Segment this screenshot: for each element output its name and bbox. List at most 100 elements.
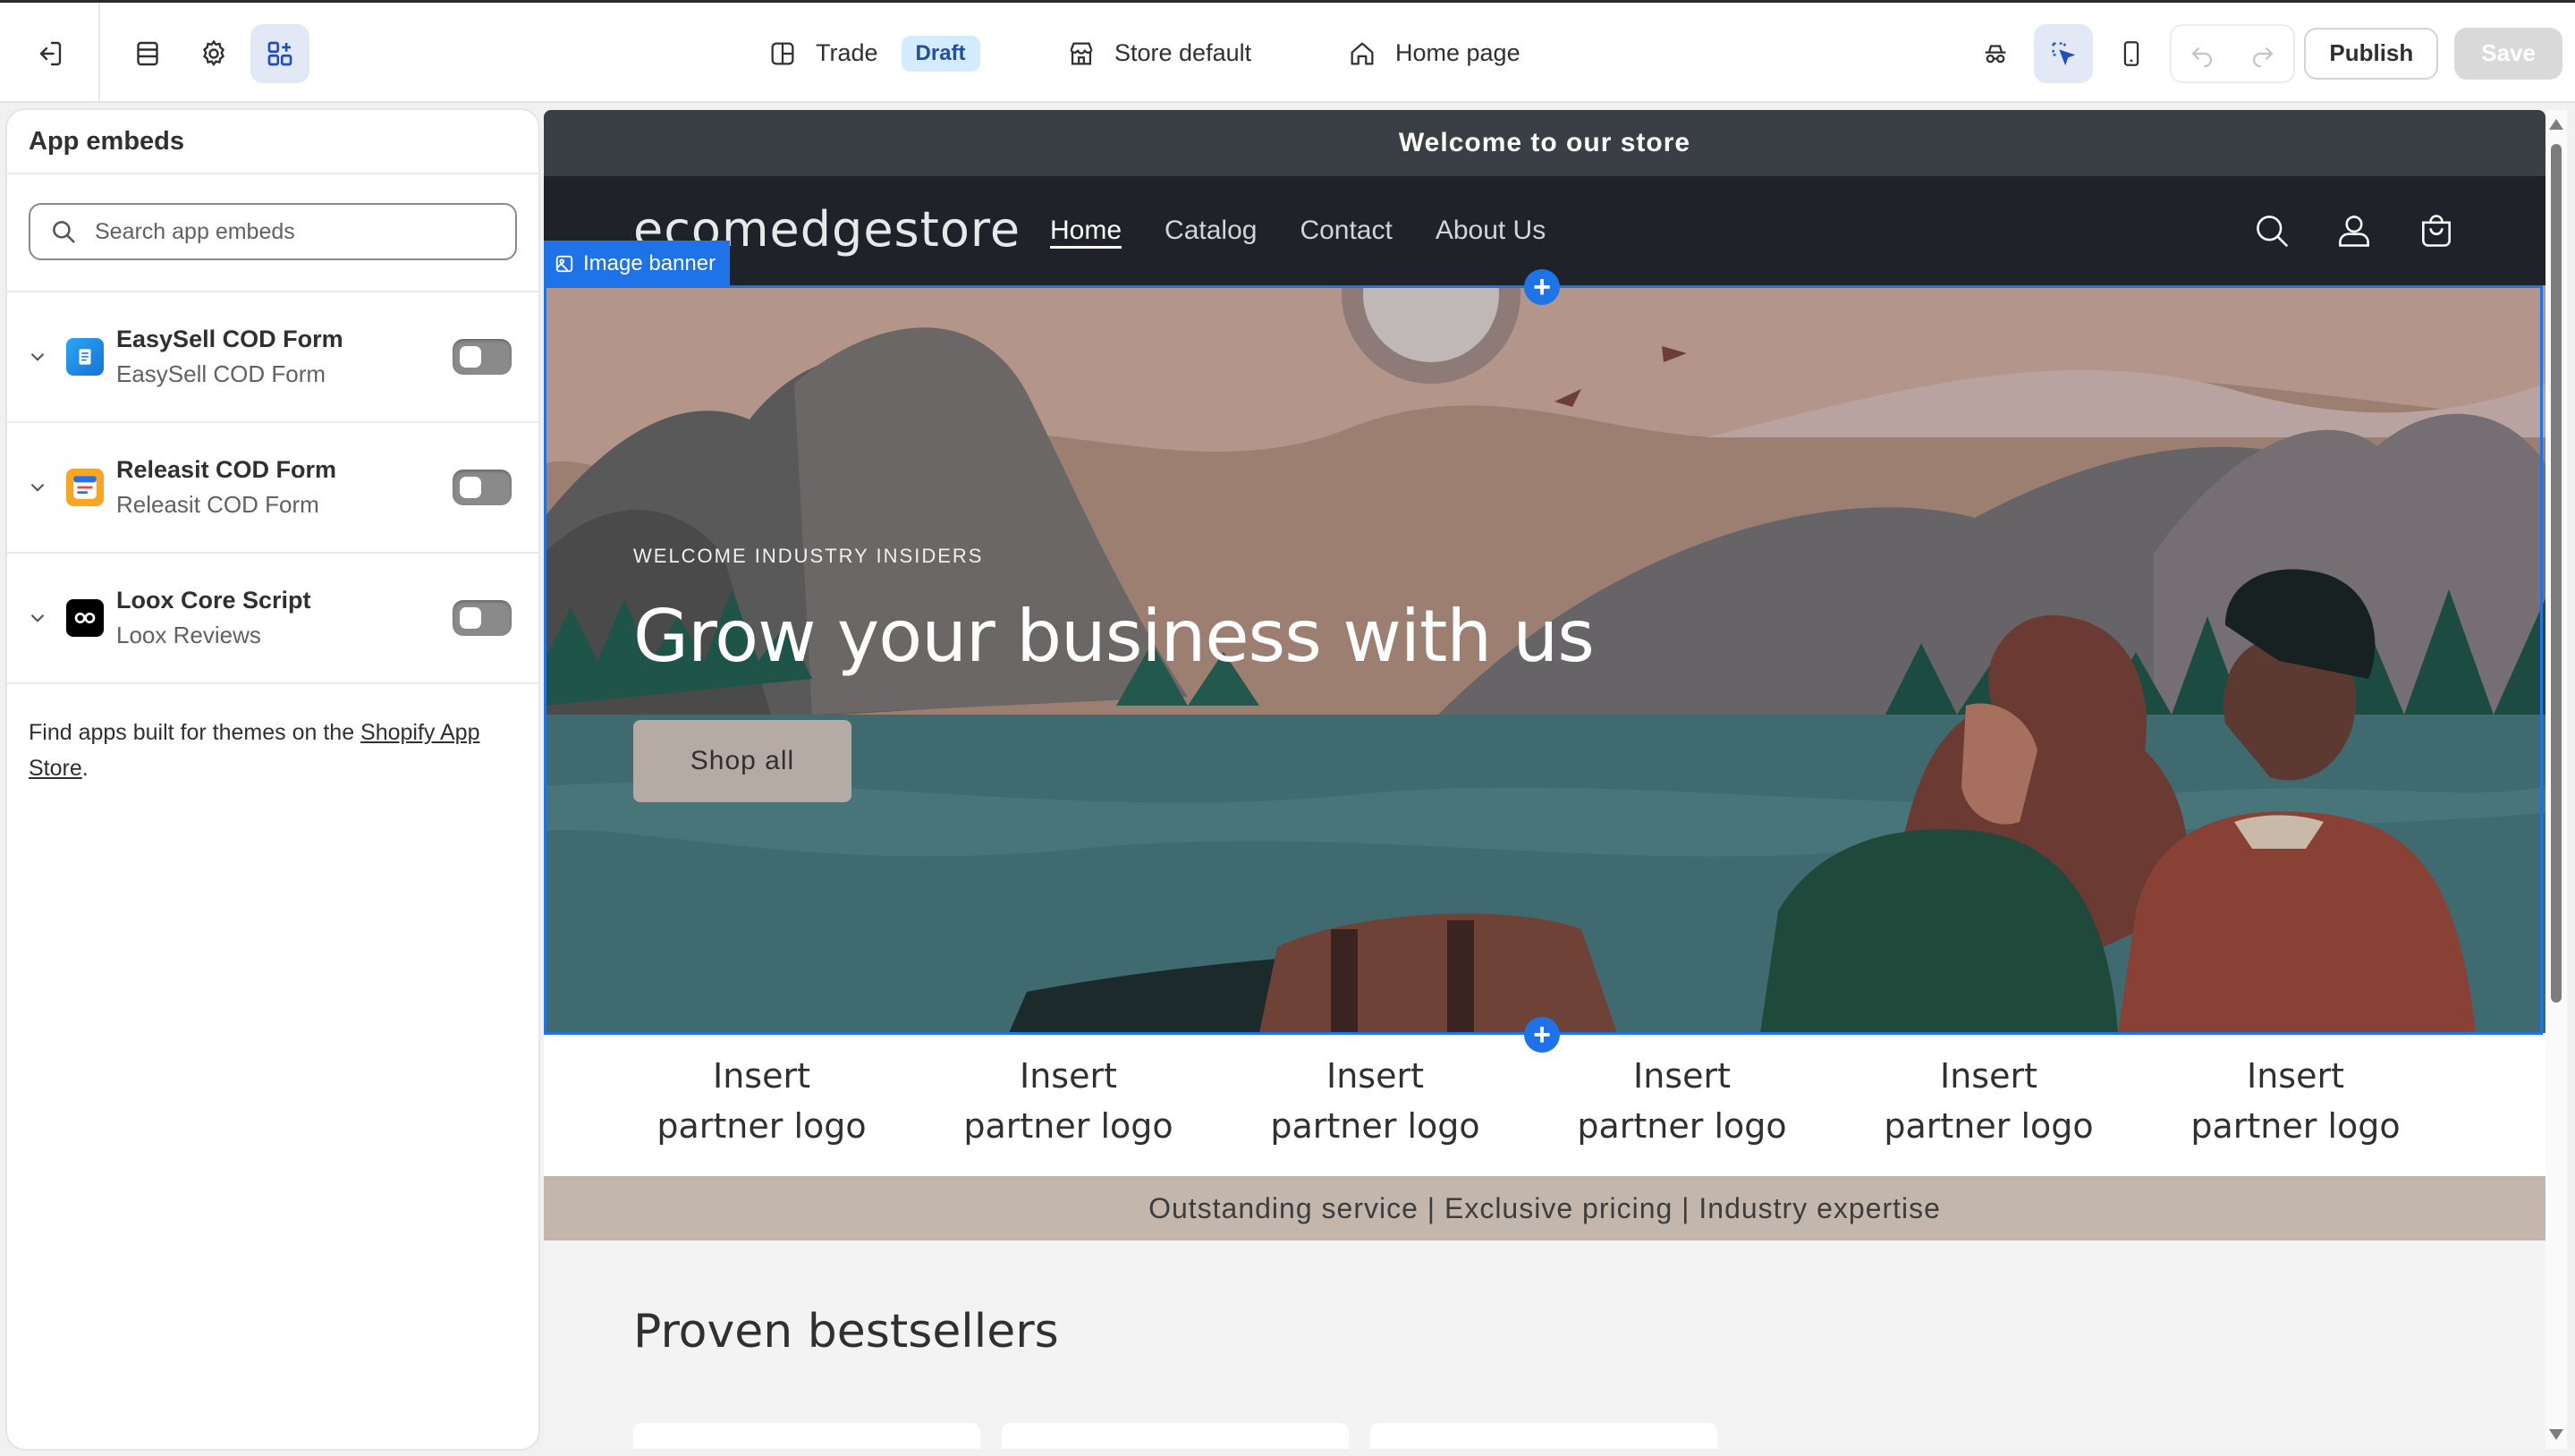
theme-selector[interactable]: Trade Draft	[767, 3, 980, 104]
partner-logo: Insert partner logo	[1270, 1056, 1480, 1146]
search-box[interactable]	[29, 203, 517, 260]
product-cards	[633, 1423, 1717, 1449]
publish-button[interactable]: Publish	[2304, 27, 2439, 80]
sections-icon	[137, 41, 158, 65]
footer-end: .	[81, 756, 89, 781]
exit-icon	[39, 41, 62, 65]
chevron-down-icon	[30, 483, 45, 492]
image-icon	[555, 255, 573, 273]
announcement-bar[interactable]: Welcome to our store	[544, 110, 2545, 176]
embed-toggle[interactable]	[453, 470, 512, 505]
redo-icon	[2253, 47, 2274, 67]
embed-toggle[interactable]	[453, 339, 512, 375]
scroll-down-arrow[interactable]	[2549, 1429, 2563, 1440]
redo-button[interactable]	[2232, 26, 2293, 81]
page-name: Home page	[1395, 39, 1520, 66]
account-icon[interactable]	[2334, 211, 2374, 250]
sections-button[interactable]	[118, 24, 177, 83]
hero-text: WELCOME INDUSTRY INSIDERS Grow your busi…	[633, 545, 1595, 678]
theme-name: Trade	[816, 39, 878, 66]
expand-button[interactable]	[7, 345, 57, 368]
gear-icon	[202, 38, 225, 66]
bestsellers-heading[interactable]: Proven bestsellers	[544, 1240, 2545, 1359]
search-icon[interactable]	[2252, 211, 2291, 250]
cursor-select-icon	[2052, 42, 2076, 65]
left-toolbar	[118, 3, 309, 104]
selected-section-label: Image banner	[583, 251, 716, 275]
theme-settings-button[interactable]	[184, 24, 243, 83]
history-controls	[2170, 23, 2296, 83]
embed-text: Releasit COD Form Releasit COD Form	[116, 456, 336, 519]
save-button[interactable]: Save	[2454, 27, 2562, 80]
select-tool-button[interactable]	[2034, 23, 2094, 83]
nav-about-us[interactable]: About Us	[1436, 216, 1546, 246]
partner-logo: Insert partner logo	[2190, 1056, 2401, 1146]
page-selector[interactable]: Home page	[1347, 3, 1520, 104]
partner-logos-section[interactable]: Insert partner logo Insert partner logo In…	[544, 1033, 2545, 1176]
header-icons	[2252, 211, 2456, 250]
theme-status-badge: Draft	[901, 35, 980, 72]
partner-logo: Insert partner logo	[1884, 1056, 2094, 1146]
layout-icon	[771, 42, 794, 64]
image-banner[interactable]: WELCOME INDUSTRY INSIDERS Grow your busi…	[544, 285, 2545, 1033]
shop-all-button[interactable]: Shop all	[633, 720, 851, 802]
search-input[interactable]	[95, 218, 506, 245]
app-embeds-button[interactable]	[250, 23, 309, 83]
hero-eyebrow: WELCOME INDUSTRY INSIDERS	[633, 545, 984, 567]
tagline-bar[interactable]: Outstanding service | Exclusive pricing …	[544, 1176, 2545, 1240]
embed-app-name: Releasit COD Form	[116, 491, 319, 518]
apps-icon	[267, 41, 292, 65]
easysell-icon	[66, 338, 104, 376]
scroll-up-arrow[interactable]	[2549, 119, 2563, 130]
panel-title: App embeds	[7, 110, 538, 174]
releasit-icon	[66, 469, 104, 506]
editor-topbar: Trade Draft Store default Home page Publ…	[0, 0, 2575, 104]
nav-contact[interactable]: Contact	[1300, 216, 1392, 246]
partner-logo: Insert partner logo	[656, 1056, 867, 1146]
storefront-preview[interactable]: Welcome to our store ecomedgestore Home …	[544, 110, 2545, 1449]
chevron-down-icon	[30, 352, 45, 361]
store-icon	[1070, 42, 1093, 64]
exit-area	[0, 3, 100, 104]
product-card[interactable]	[1370, 1423, 1717, 1449]
selected-section-tag[interactable]: Image banner	[544, 241, 731, 287]
plus-icon: +	[1533, 1018, 1551, 1052]
embed-name: Loox Core Script	[116, 587, 311, 614]
add-section-above-button[interactable]: +	[1524, 269, 1560, 305]
cart-icon[interactable]	[2417, 211, 2456, 250]
store-selector[interactable]: Store default	[1066, 3, 1251, 104]
right-toolbar: Publish Save	[1966, 3, 2575, 104]
chevron-down-icon	[30, 614, 45, 622]
footer-text: Find apps built for themes on the	[29, 720, 361, 745]
expand-button[interactable]	[7, 476, 57, 499]
preview-inspector-button[interactable]	[1966, 24, 2025, 83]
panel-footer: Find apps built for themes on the Shopif…	[7, 684, 538, 817]
mobile-icon	[2124, 40, 2139, 66]
partner-logo: Insert partner logo	[963, 1056, 1173, 1146]
undo-button[interactable]	[2172, 26, 2232, 81]
expand-button[interactable]	[7, 606, 57, 630]
embed-toggle[interactable]	[453, 600, 512, 636]
app-embeds-panel: App embeds EasySell COD Form EasySell CO…	[7, 110, 538, 1449]
embed-app-name: EasySell COD Form	[116, 360, 326, 387]
nav-home[interactable]: Home	[1050, 216, 1122, 246]
preview-scrollbar[interactable]	[2545, 110, 2567, 1449]
plus-icon: +	[1533, 270, 1551, 304]
hero-headline: Grow your business with us	[633, 595, 1595, 678]
embed-item-releasit[interactable]: Releasit COD Form Releasit COD Form	[7, 423, 538, 554]
scroll-thumb[interactable]	[2551, 144, 2562, 1003]
product-card[interactable]	[1002, 1423, 1349, 1449]
add-section-below-button[interactable]: +	[1524, 1017, 1560, 1053]
embed-item-easysell[interactable]: EasySell COD Form EasySell COD Form	[7, 292, 538, 423]
product-card[interactable]	[633, 1423, 980, 1449]
nav-catalog[interactable]: Catalog	[1165, 216, 1257, 246]
embed-text: Loox Core Script Loox Reviews	[116, 587, 311, 649]
device-preview-button[interactable]	[2102, 24, 2161, 83]
loox-icon	[66, 599, 104, 637]
embed-app-name: Loox Reviews	[116, 622, 261, 648]
spy-icon	[1986, 44, 2006, 63]
exit-button[interactable]	[20, 24, 79, 83]
store-setting: Store default	[1114, 39, 1252, 66]
embed-item-loox[interactable]: Loox Core Script Loox Reviews	[7, 554, 538, 684]
embed-text: EasySell COD Form EasySell COD Form	[116, 326, 343, 388]
